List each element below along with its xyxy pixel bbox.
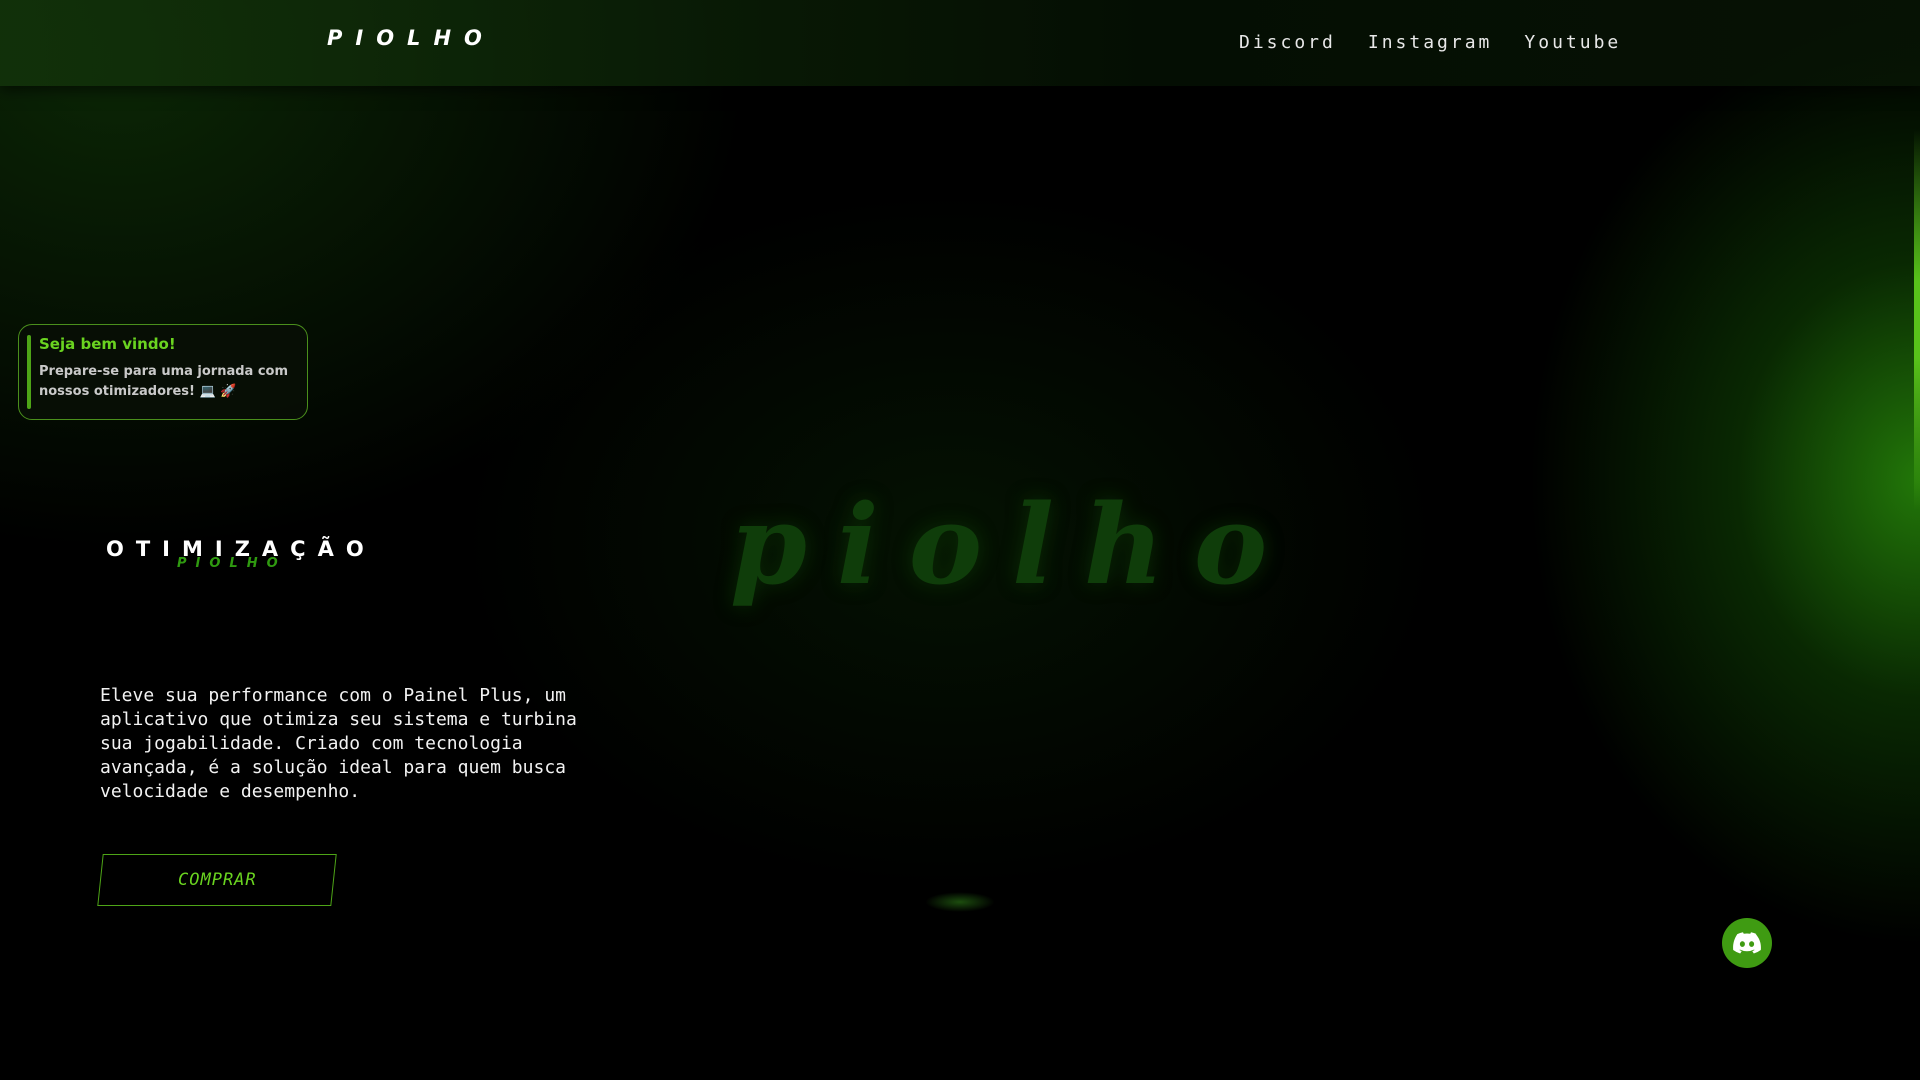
- hero-subheading: PIOLHO: [177, 556, 287, 571]
- buy-button[interactable]: COMPRAR: [97, 854, 337, 906]
- site-logo[interactable]: PIOLHO: [327, 26, 495, 50]
- discord-icon: [1733, 932, 1761, 954]
- nav-link-instagram[interactable]: Instagram: [1368, 32, 1493, 53]
- toast-accent-bar: [27, 335, 31, 409]
- toast-title: Seja bem vindo!: [39, 335, 176, 353]
- scrollbar-thumb[interactable]: [1914, 130, 1920, 510]
- background-brand-title: piolho: [730, 480, 1298, 609]
- discord-float-button[interactable]: [1722, 918, 1772, 968]
- decorative-glow: [925, 892, 995, 912]
- hero-description: Eleve sua performance com o Painel Plus,…: [100, 685, 577, 802]
- nav-link-youtube[interactable]: Youtube: [1524, 32, 1621, 53]
- main-nav: Discord Instagram Youtube: [1239, 32, 1621, 53]
- welcome-toast: Seja bem vindo! Prepare-se para uma jorn…: [18, 324, 308, 420]
- nav-link-discord[interactable]: Discord: [1239, 32, 1336, 53]
- toast-message: Prepare-se para uma jornada com nossos o…: [39, 364, 289, 399]
- buy-button-label: COMPRAR: [177, 870, 257, 890]
- top-navbar: PIOLHO Discord Instagram Youtube: [0, 0, 1920, 86]
